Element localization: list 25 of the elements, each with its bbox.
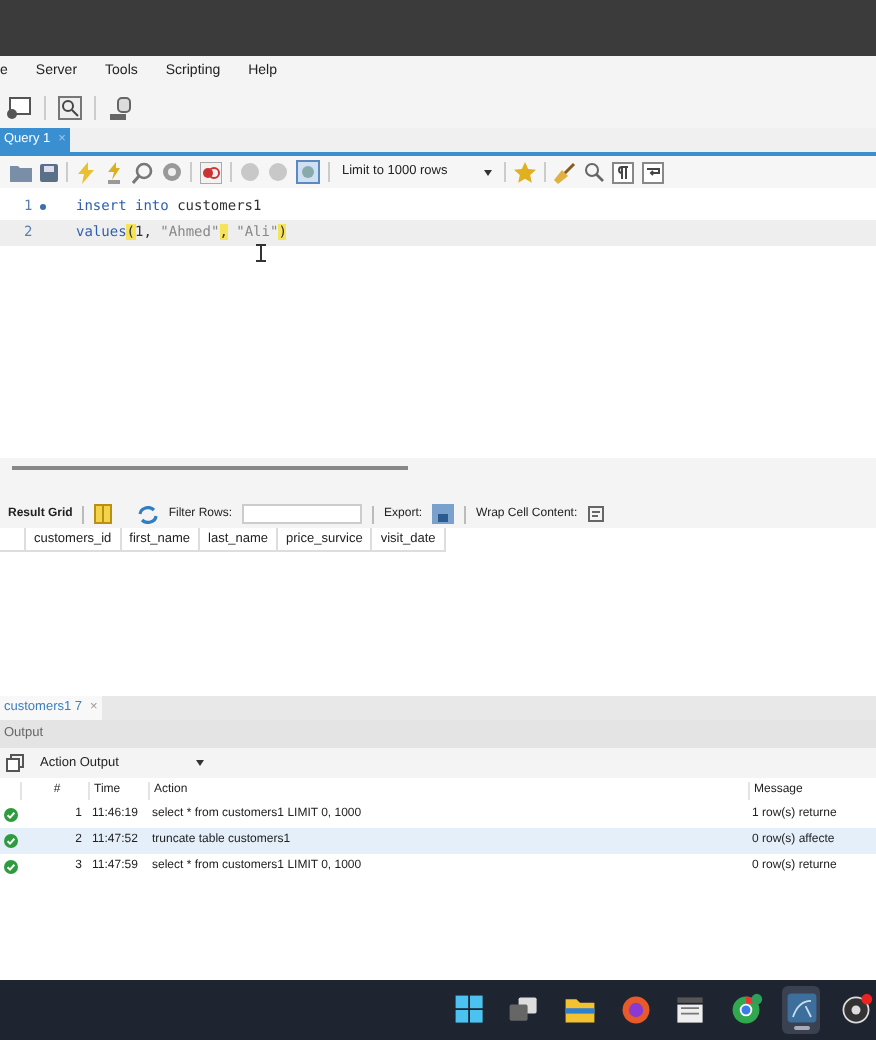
save-icon[interactable] [40, 163, 58, 181]
wrap-cell-icon[interactable] [587, 506, 604, 522]
wrap-icon[interactable] [641, 161, 664, 183]
autocommit-toggle-icon[interactable] [296, 160, 320, 184]
search-icon[interactable] [132, 161, 154, 183]
export-icon[interactable] [432, 504, 455, 524]
window-icon[interactable] [4, 96, 32, 120]
caret-icon[interactable] [483, 169, 492, 175]
filter-field[interactable] [242, 504, 363, 524]
database-icon[interactable] [108, 95, 134, 121]
text-cursor-icon [256, 244, 266, 262]
horizontal-scrollbar[interactable] [12, 466, 408, 469]
refresh-icon[interactable] [138, 505, 159, 523]
lightning-cursor-icon[interactable] [104, 161, 124, 183]
star-icon[interactable] [513, 161, 536, 183]
magnifier-icon[interactable] [58, 96, 82, 120]
grid-icon[interactable] [94, 504, 113, 524]
stop-icon[interactable] [162, 162, 182, 182]
toggle-icon[interactable] [200, 161, 222, 183]
search-icon[interactable] [583, 162, 604, 182]
caret-icon[interactable] [196, 760, 204, 766]
pilcrow-icon[interactable] [611, 161, 634, 183]
taskbar-button[interactable] [781, 986, 821, 1034]
copy-icon[interactable] [6, 754, 24, 772]
broom-icon[interactable] [553, 161, 576, 183]
